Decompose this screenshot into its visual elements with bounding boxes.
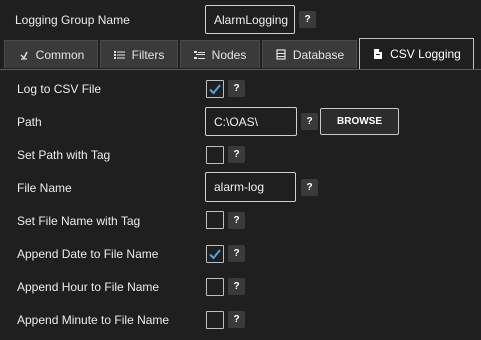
tab-csv-logging-label: CSV Logging [390, 47, 461, 61]
set-file-name-with-tag-checkbox[interactable] [206, 211, 224, 229]
chevron-icon [18, 49, 30, 61]
set-path-with-tag-label: Set Path with Tag [17, 148, 111, 162]
database-icon [275, 49, 287, 61]
file-name-field[interactable]: alarm-log [205, 172, 296, 202]
help-button-set-path-with-tag[interactable]: ? [228, 146, 245, 163]
help-button-path[interactable]: ? [301, 113, 318, 130]
tab-database[interactable]: Database [262, 40, 357, 68]
checkmark-icon [209, 249, 221, 260]
tab-common[interactable]: Common [4, 40, 98, 68]
tab-database-label: Database [292, 47, 345, 62]
help-button-append-date[interactable]: ? [228, 245, 245, 262]
checkmark-icon [209, 84, 221, 95]
tab-divider [0, 69, 481, 70]
help-button-set-file-name-with-tag[interactable]: ? [228, 212, 245, 229]
browse-button[interactable]: BROWSE [320, 108, 399, 135]
append-hour-checkbox[interactable] [206, 278, 224, 296]
help-button-append-hour[interactable]: ? [228, 278, 245, 295]
help-button-group-name[interactable]: ? [299, 11, 316, 28]
help-button-log-to-csv[interactable]: ? [228, 80, 245, 97]
path-field[interactable]: C:\OAS\ [205, 107, 297, 136]
help-button-file-name[interactable]: ? [301, 179, 318, 196]
append-hour-label: Append Hour to File Name [17, 280, 160, 294]
logging-group-name-label: Logging Group Name [15, 13, 130, 27]
tab-filters-label: Filters [131, 47, 165, 62]
tab-bar: Common Filters Nodes Database CSV Loggin… [0, 38, 481, 70]
help-button-append-minute[interactable]: ? [228, 311, 245, 328]
file-icon [372, 48, 384, 60]
append-date-checkbox[interactable] [206, 245, 224, 263]
list-icon [114, 49, 126, 61]
tab-csv-logging[interactable]: CSV Logging [359, 38, 474, 69]
set-file-name-with-tag-label: Set File Name with Tag [17, 214, 141, 228]
log-to-csv-checkbox[interactable] [206, 80, 224, 98]
tab-nodes-label: Nodes [211, 47, 247, 62]
logging-group-name-field[interactable]: AlarmLogging [205, 5, 295, 34]
file-name-label: File Name [17, 181, 72, 195]
append-minute-checkbox[interactable] [206, 311, 224, 329]
path-label: Path [17, 115, 42, 129]
tab-nodes[interactable]: Nodes [180, 40, 260, 68]
tab-common-label: Common [35, 47, 85, 62]
append-date-label: Append Date to File Name [17, 247, 159, 261]
nodes-icon [194, 49, 206, 61]
log-to-csv-label: Log to CSV File [17, 82, 102, 96]
tab-filters[interactable]: Filters [100, 40, 178, 68]
append-minute-label: Append Minute to File Name [17, 313, 170, 327]
set-path-with-tag-checkbox[interactable] [206, 146, 224, 164]
